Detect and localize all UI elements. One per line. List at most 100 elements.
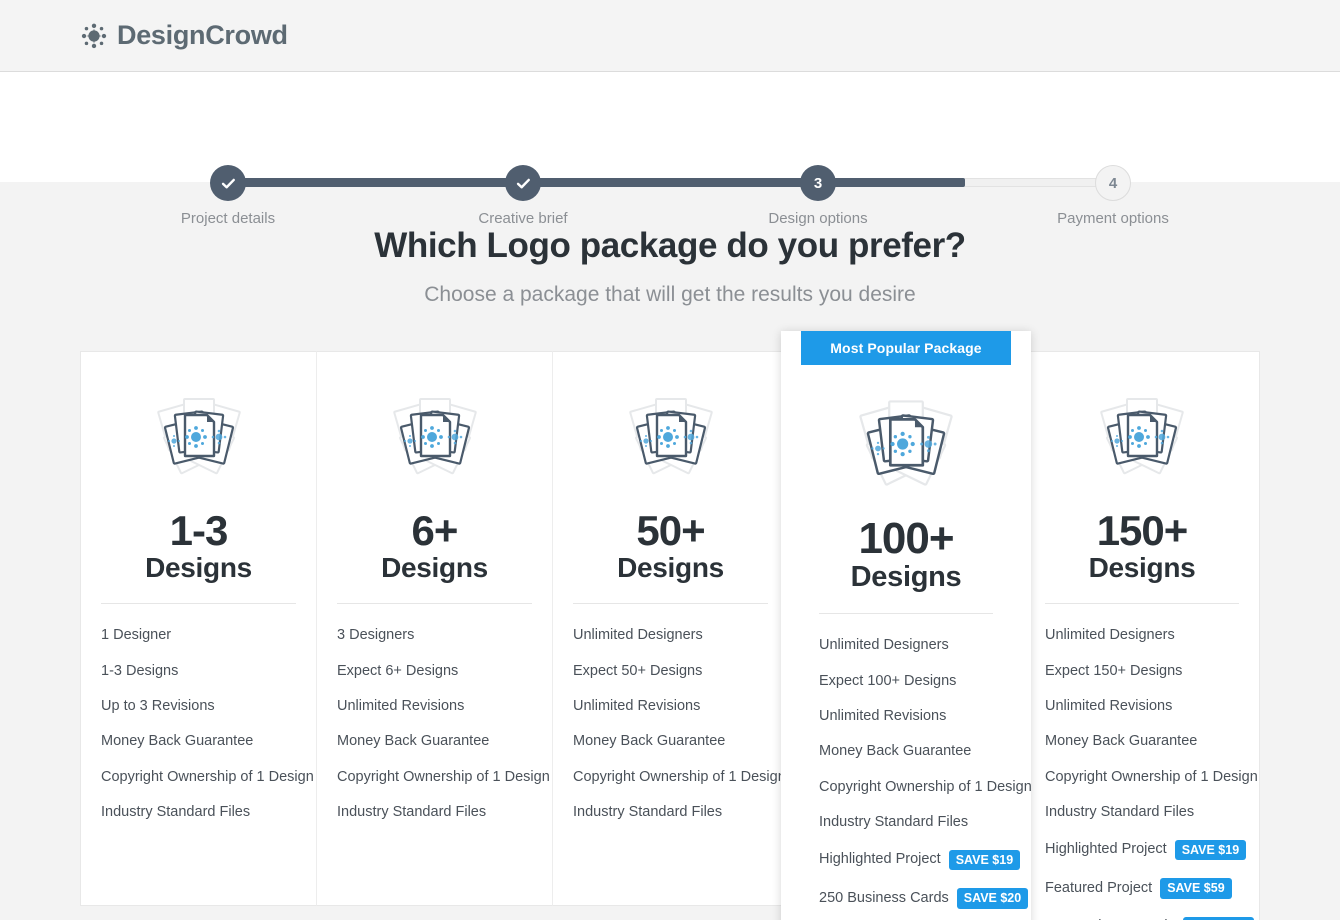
feature-label: Unlimited Revisions xyxy=(1045,698,1173,714)
feature-item: Unlimited Revisions xyxy=(1045,689,1239,724)
package-heading: 100+ Designs xyxy=(819,516,993,593)
site-header: DesignCrowd xyxy=(0,0,1340,72)
package-divider xyxy=(573,603,768,605)
step-creative-brief[interactable]: Creative brief xyxy=(443,165,603,227)
designcrowd-splat-icon xyxy=(81,23,107,48)
package-divider xyxy=(1045,603,1239,605)
feature-item: Unlimited Designers xyxy=(819,628,993,663)
package-heading: 6+ Designs xyxy=(337,507,532,583)
package-unit: Designs xyxy=(145,551,252,583)
package-card-50plus[interactable]: 50+ Designs Unlimited Designers Expect 5… xyxy=(552,351,788,906)
feature-label: Copyright Ownership of 1 Design xyxy=(573,768,786,785)
step-design-options[interactable]: 3 Design options xyxy=(738,165,898,227)
feature-item: Industry Standard Files xyxy=(819,805,993,840)
feature-item: Unlimited Revisions xyxy=(819,699,993,734)
feature-label: Expect 6+ Designs xyxy=(337,662,459,679)
feature-label: Copyright Ownership of 1 Design xyxy=(1045,768,1258,785)
feature-item: 3 Designers xyxy=(337,618,532,653)
feature-label: Industry Standard Files xyxy=(101,804,251,821)
feature-label: 250 Business Cards xyxy=(819,889,949,906)
package-divider xyxy=(337,603,532,605)
feature-item: 250 Business Cards SAVE $20 xyxy=(819,879,1029,918)
feature-item: Highlighted Project SAVE $19 xyxy=(819,841,1021,880)
design-stack-icon xyxy=(628,398,713,475)
package-unit: Designs xyxy=(850,560,962,593)
save-badge: SAVE $19 xyxy=(1174,839,1247,861)
check-icon xyxy=(516,178,530,188)
feature-item: Featured Project SAVE $59 xyxy=(1045,869,1239,908)
package-count: 6+ xyxy=(411,507,459,554)
package-count: 50+ xyxy=(636,507,705,554)
package-unit: Designs xyxy=(617,551,724,583)
package-feature-list: Unlimited Designers Expect 100+ Designs … xyxy=(819,628,1032,918)
package-divider xyxy=(819,613,993,615)
feature-label: Up to 3 Revisions xyxy=(101,698,215,714)
feature-item: Copyright Ownership of 1 Design xyxy=(101,760,314,795)
feature-item: 500 Business CardsSAVE $32 xyxy=(1045,908,1255,920)
feature-label: Unlimited Revisions xyxy=(337,698,465,714)
progress-stepper: Project details Creative brief 3 Design … xyxy=(0,72,1340,227)
save-badge: SAVE $20 xyxy=(956,888,1029,909)
package-unit: Designs xyxy=(1088,551,1196,583)
progress-stepper-band: Project details Creative brief 3 Design … xyxy=(0,72,1340,227)
package-body: 100+ Designs Unlimited Designers Expect … xyxy=(801,365,1032,918)
feature-item: 1 Designer xyxy=(101,618,296,653)
package-unit: Designs xyxy=(381,551,488,583)
feature-label: Money Back Guarantee xyxy=(819,743,972,760)
package-card-1_3[interactable]: 1-3 Designs 1 Designer 1-3 Designs Up to… xyxy=(80,351,316,906)
feature-label: Money Back Guarantee xyxy=(1045,733,1198,750)
step-label-1: Project details xyxy=(180,210,276,227)
check-icon xyxy=(221,178,235,188)
package-icon xyxy=(101,382,296,492)
package-card-6plus[interactable]: 6+ Designs 3 Designers Expect 6+ Designs… xyxy=(316,351,552,906)
step-label-2: Creative brief xyxy=(478,210,568,227)
feature-label: Industry Standard Files xyxy=(573,804,723,821)
feature-label: Expect 150+ Designs xyxy=(1045,662,1183,679)
package-list: 1-3 Designs 1 Designer 1-3 Designs Up to… xyxy=(80,331,1260,920)
page-title: Which Logo package do you prefer? xyxy=(374,226,966,265)
feature-label: Unlimited Designers xyxy=(819,637,949,654)
feature-item: Unlimited Revisions xyxy=(337,689,532,724)
feature-label: Money Back Guarantee xyxy=(573,733,726,750)
step-payment-options[interactable]: 4 Payment options xyxy=(1033,165,1193,227)
feature-item: Money Back Guarantee xyxy=(573,724,768,759)
save-badge: SAVE $19 xyxy=(948,849,1021,871)
package-icon xyxy=(337,382,532,492)
feature-item: Money Back Guarantee xyxy=(101,724,296,759)
feature-label: Copyright Ownership of 1 Design xyxy=(337,768,550,785)
package-heading: 150+ Designs xyxy=(1045,509,1239,583)
feature-label: Highlighted Project xyxy=(819,851,941,868)
feature-item: Industry Standard Files xyxy=(101,795,296,830)
feature-label: Money Back Guarantee xyxy=(101,733,254,750)
feature-label: Copyright Ownership of 1 Design xyxy=(101,768,314,785)
feature-label: Industry Standard Files xyxy=(819,814,969,831)
step-bubble-1 xyxy=(210,165,246,201)
page-subtitle: Choose a package that will get the resul… xyxy=(424,283,916,306)
feature-item: Industry Standard Files xyxy=(1045,795,1239,830)
package-card-100plus[interactable]: Most Popular Package 100+ Designs Unlimi… xyxy=(781,331,1032,920)
package-feature-list: Unlimited Designers Expect 50+ Designs U… xyxy=(573,618,786,830)
feature-item: Industry Standard Files xyxy=(573,795,768,830)
feature-label: Unlimited Revisions xyxy=(573,698,701,714)
feature-label: Unlimited Revisions xyxy=(819,708,947,725)
feature-item: Money Back Guarantee xyxy=(337,724,532,759)
package-feature-list: 1 Designer 1-3 Designs Up to 3 Revisions… xyxy=(101,618,314,830)
design-stack-icon xyxy=(859,400,953,486)
feature-item: Expect 50+ Designs xyxy=(573,654,768,689)
feature-item: Unlimited Revisions xyxy=(573,689,768,724)
feature-label: Expect 50+ Designs xyxy=(573,662,703,679)
feature-label: Copyright Ownership of 1 Design xyxy=(819,778,1032,795)
save-badge: SAVE $59 xyxy=(1160,878,1232,899)
package-card-150plus[interactable]: 150+ Designs Unlimited Designers Expect … xyxy=(1024,351,1260,920)
feature-label: Expect 100+ Designs xyxy=(819,672,957,689)
feature-label: Featured Project xyxy=(1045,879,1153,896)
step-project-details[interactable]: Project details xyxy=(148,165,308,227)
design-stack-icon xyxy=(156,398,241,475)
feature-item: Industry Standard Files xyxy=(337,795,532,830)
feature-item: Unlimited Designers xyxy=(573,618,768,653)
brand-logo-link[interactable]: DesignCrowd xyxy=(80,20,288,51)
feature-label: 1-3 Designs xyxy=(101,662,179,679)
design-stack-icon xyxy=(392,398,477,475)
step-label-4: Payment options xyxy=(1057,210,1169,227)
feature-item: Up to 3 Revisions xyxy=(101,689,296,724)
